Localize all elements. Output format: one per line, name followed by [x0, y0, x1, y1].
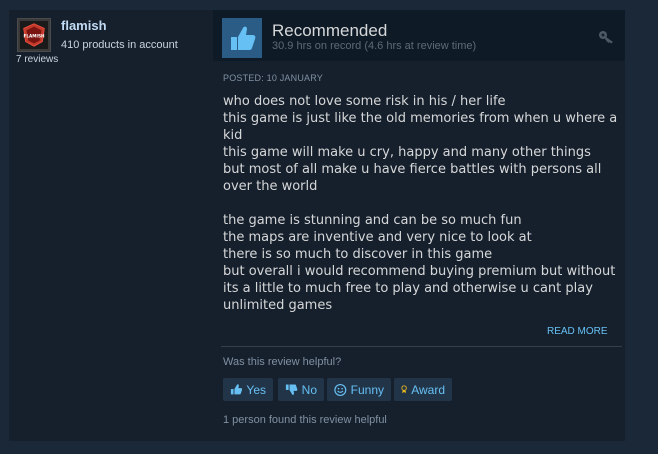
thumbs-up-icon	[230, 384, 243, 395]
divider	[221, 346, 622, 347]
thumbs-up-icon	[222, 18, 262, 58]
award-icon	[401, 385, 407, 394]
funny-label: Funny	[350, 382, 384, 397]
author-products[interactable]: 410 products in account	[61, 39, 178, 51]
no-label: No	[301, 382, 317, 397]
yes-label: Yes	[246, 382, 266, 397]
avatar-logo: FLAMISH	[20, 21, 48, 49]
smiley-icon	[334, 383, 347, 396]
helpful-count: 1 person found this review helpful	[223, 414, 387, 426]
author-reviews[interactable]: 7 reviews	[16, 54, 58, 65]
award-label: Award	[411, 382, 445, 397]
hours-on-record: 30.9 hrs on record (4.6 hrs at review ti…	[272, 40, 477, 52]
posted-date: POSTED: 10 JANUARY	[223, 73, 323, 83]
funny-button[interactable]: Funny	[327, 378, 391, 401]
key-icon[interactable]	[598, 30, 616, 44]
review-paragraph: who does not love some risk in his / her…	[223, 94, 618, 194]
avatar-logo-text: FLAMISH	[23, 33, 45, 38]
review-text: who does not love some risk in his / her…	[223, 93, 618, 331]
award-button[interactable]: Award	[394, 378, 452, 401]
review-paragraph: the game is stunning and can be so much …	[223, 213, 616, 313]
read-more-link[interactable]: READ MORE	[547, 326, 608, 337]
no-button[interactable]: No	[278, 378, 324, 401]
author-name[interactable]: flamish	[61, 18, 107, 33]
thumbs-down-icon	[285, 384, 298, 395]
review-verdict[interactable]: Recommended	[272, 21, 387, 41]
avatar[interactable]: FLAMISH	[17, 18, 51, 52]
yes-button[interactable]: Yes	[223, 378, 273, 401]
helpful-question: Was this review helpful?	[223, 356, 342, 368]
